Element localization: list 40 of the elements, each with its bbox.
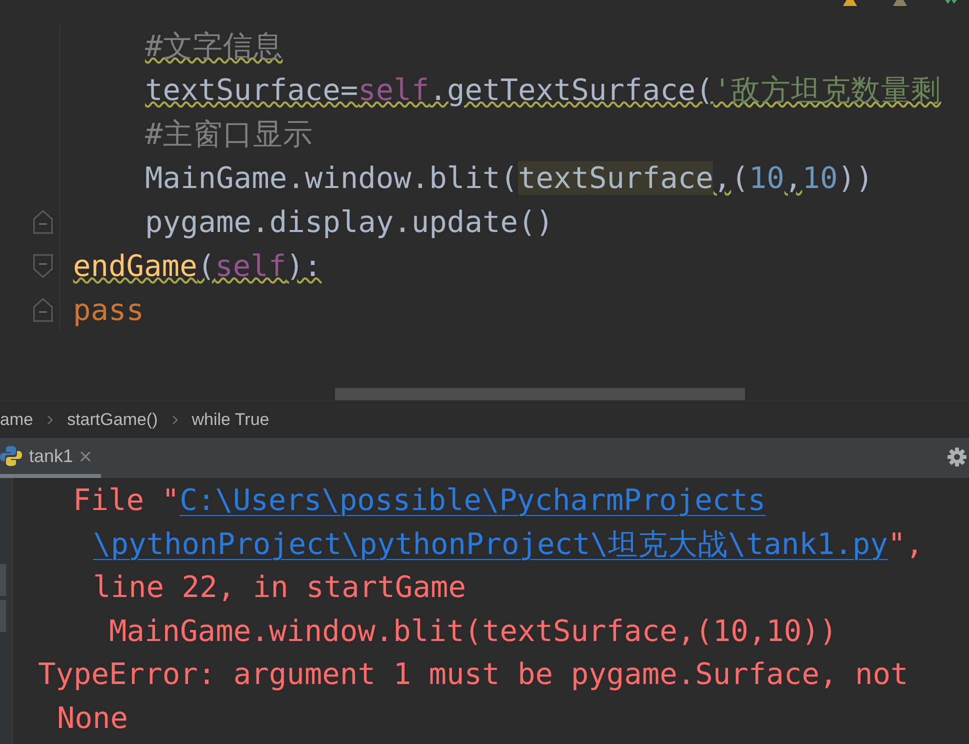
- console-line: TypeError: argument 1 must be pygame.Surface, not: [37, 656, 910, 693]
- chevron-icon: [47, 414, 54, 424]
- code-token: ):: [286, 249, 322, 283]
- code-token: ,: [713, 161, 732, 195]
- code-token: ,: [784, 161, 802, 195]
- code-token: )): [838, 161, 874, 195]
- chevron-icon: [172, 414, 178, 424]
- breadcrumb-item[interactable]: while True: [192, 410, 270, 430]
- code-token: pass: [73, 293, 144, 327]
- code-token: .getTextSurface(: [429, 73, 714, 107]
- code-token: self: [358, 73, 430, 107]
- close-icon[interactable]: [80, 450, 92, 462]
- code-token: '敌方坦克数量剩: [713, 73, 942, 107]
- code-token: (: [731, 161, 749, 195]
- console-line: MainGame.window.blit(textSurface,(10,10)): [108, 612, 838, 650]
- horizontal-scrollbar[interactable]: [335, 388, 745, 400]
- breadcrumb-item[interactable]: ame: [0, 410, 34, 430]
- code-token: MainGame.window.blit(: [145, 161, 518, 195]
- code-token: 10: [802, 161, 838, 195]
- code-token: endGame: [73, 249, 198, 283]
- code-token: pygame.display.update(): [145, 205, 554, 239]
- console-line: line 22, in startGame: [92, 569, 467, 606]
- console-line: \pythonProject\pythonProject\坦克大战\tank1.py",: [92, 526, 924, 562]
- code-token: #主窗口显示: [145, 117, 313, 151]
- code-token: textSurface: [518, 161, 714, 195]
- console-line: File "C:\Users\possible\PycharmProjects: [72, 482, 767, 519]
- code-token: #文字信息: [145, 29, 283, 63]
- python-icon: [0, 445, 22, 467]
- console-line: None: [56, 700, 130, 736]
- fold-icon[interactable]: [32, 209, 54, 235]
- settings-icon[interactable]: [947, 447, 967, 467]
- scroll-marker: [0, 600, 6, 632]
- breadcrumb-item[interactable]: startGame(): [67, 410, 158, 430]
- fold-icon[interactable]: [32, 297, 54, 323]
- code-token: self: [215, 249, 286, 283]
- code-token: textSurface=: [145, 73, 358, 107]
- fold-icon[interactable]: [32, 253, 54, 279]
- scroll-marker: [0, 564, 6, 596]
- code-token: 10: [748, 161, 784, 195]
- code-token: (: [197, 249, 216, 283]
